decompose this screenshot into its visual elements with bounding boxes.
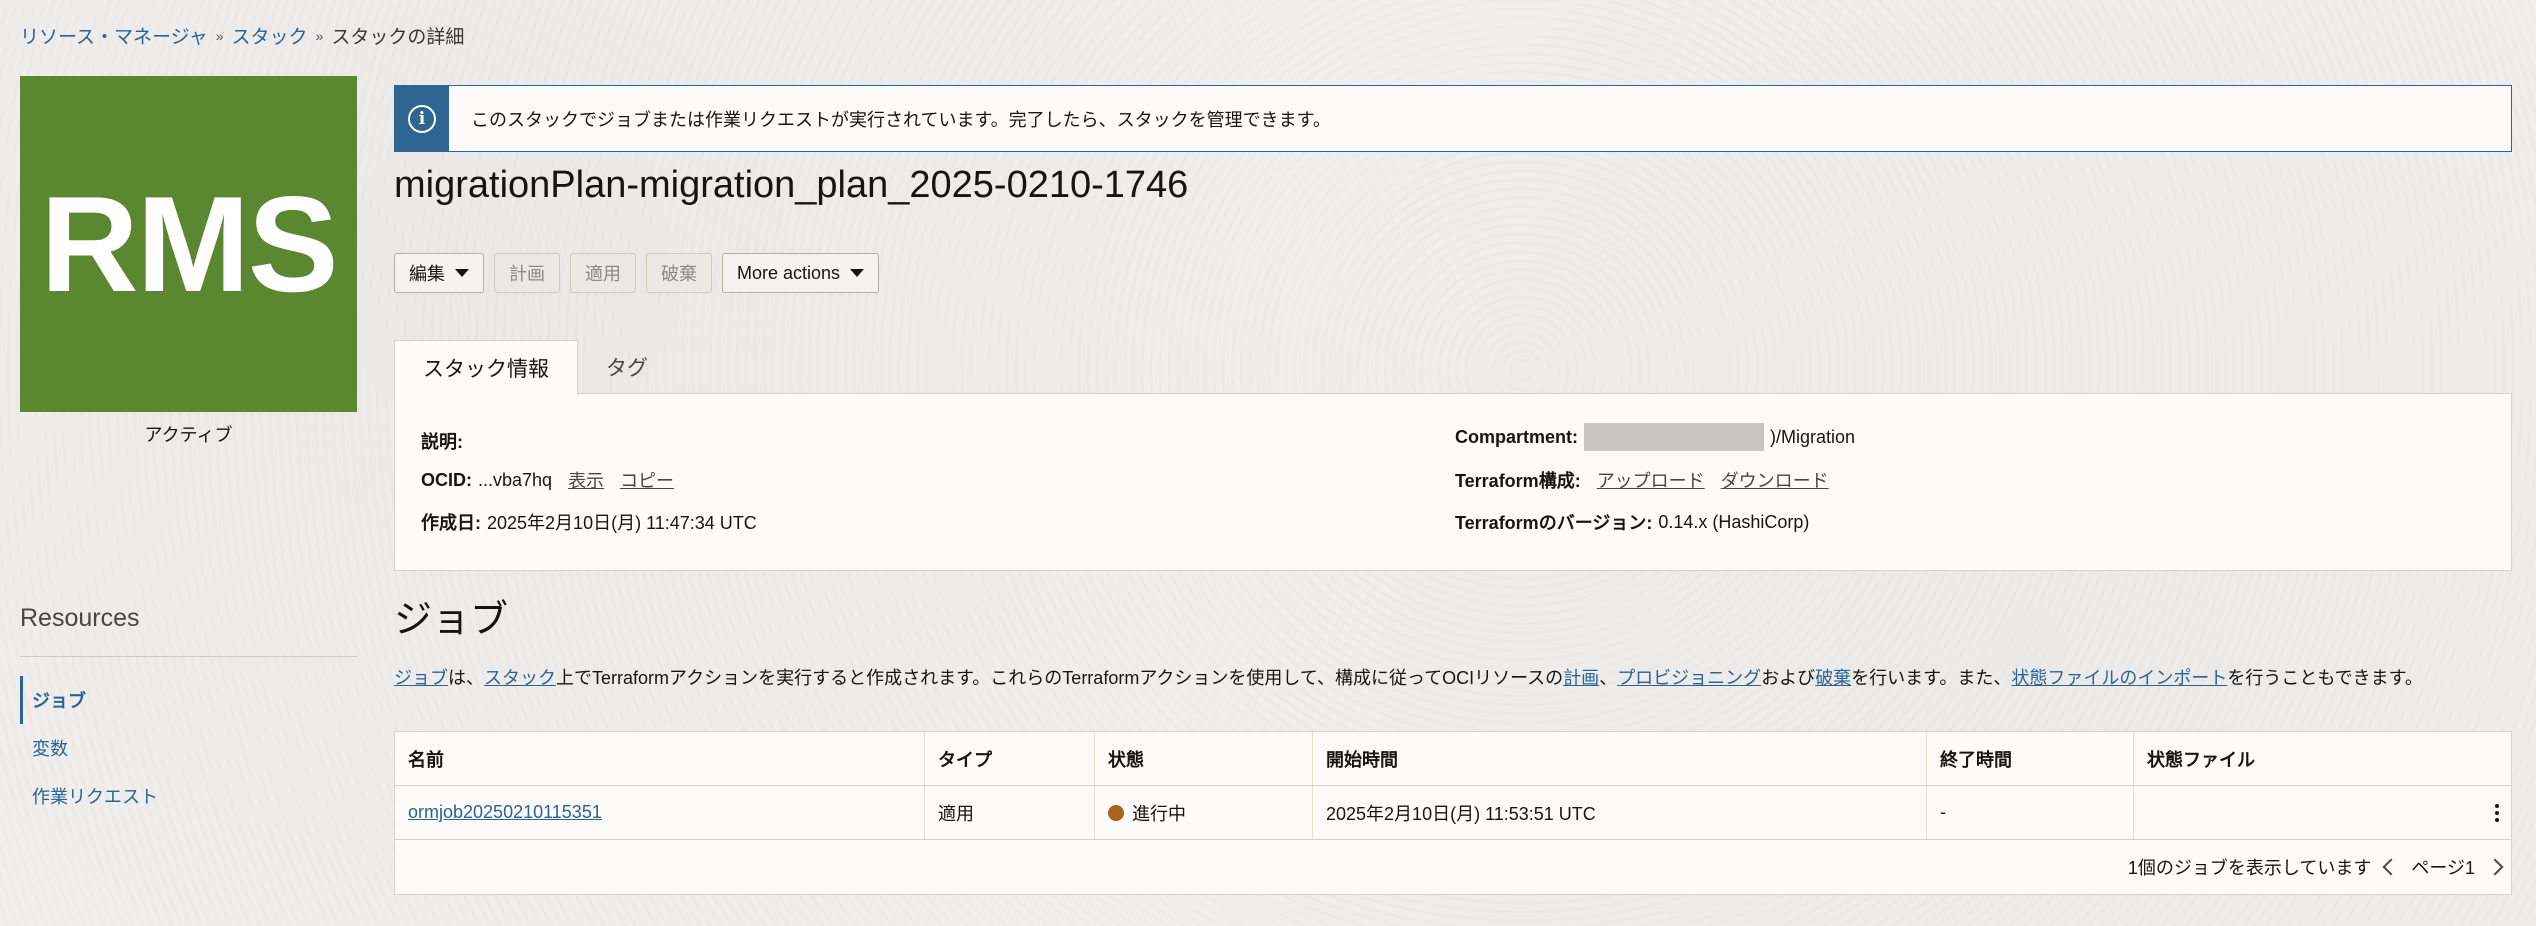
terraform-version-row: Terraformのバージョン: 0.14.x (HashiCorp) [1455,509,1809,535]
column-header-name[interactable]: 名前 [395,732,925,785]
apply-button[interactable]: 適用 [570,253,636,293]
ocid-row: OCID: ...vba7hq 表示 コピー [421,467,674,493]
more-actions-button[interactable]: More actions [722,253,880,293]
column-header-state[interactable]: 状態 [1095,732,1313,785]
stack-logo-icon: RMS [20,76,357,412]
resources-divider [20,656,357,657]
ocid-copy-link[interactable]: コピー [620,467,674,493]
resources-item-work-requests[interactable]: 作業リクエスト [20,772,357,820]
page-indicator: ページ1 [2411,858,2475,878]
job-name-link[interactable]: ormjob20250210115351 [408,802,602,823]
chevron-right-icon[interactable] [2486,858,2504,876]
tab-stack-info[interactable]: スタック情報 [394,340,578,395]
info-banner-message: このスタックでジョブまたは作業リクエストが実行されています。完了したら、スタック… [471,109,1331,130]
job-name-cell: ormjob20250210115351 [395,786,925,839]
job-state-cell: 進行中 [1095,786,1313,839]
table-row: ormjob20250210115351 適用 進行中 2025年2月10日(月… [395,786,2511,840]
terraform-upload-link[interactable]: アップロード [1597,467,1705,493]
compartment-row: Compartment: )/Migration [1455,423,1855,451]
jobs-desc-text: 上でTerraformアクションを実行すると作成されます。これらのTerrafo… [556,668,1564,688]
import-state-link[interactable]: 状態ファイルのインポート [2011,668,2227,688]
created-value: 2025年2月10日(月) 11:47:34 UTC [487,513,757,533]
column-header-start-time[interactable]: 開始時間 [1313,732,1927,785]
job-end-cell: - [1927,786,2134,839]
resources-heading: Resources [20,604,140,632]
table-footer: 1個のジョブを表示しています ページ1 [2127,840,2504,894]
job-state-text: 進行中 [1132,803,1186,824]
breadcrumb-resource-manager[interactable]: リソース・マネージャ [20,22,208,49]
jobs-description: ジョブは、スタック上でTerraformアクションを実行すると作成されます。これ… [394,664,2423,690]
terraform-config-label: Terraform構成: [1455,471,1581,491]
job-start-cell: 2025年2月10日(月) 11:53:51 UTC [1313,786,1927,839]
breadcrumb: リソース・マネージャ » スタック » スタックの詳細 [20,22,464,49]
detail-tabs: スタック情報 タグ [394,340,676,395]
compartment-label: Compartment: [1455,426,1579,447]
stack-status-label: アクティブ [144,425,233,445]
jobs-count-text: 1個のジョブを表示しています [2127,858,2372,878]
column-header-end-time[interactable]: 終了時間 [1927,732,2134,785]
job-type-cell: 適用 [925,786,1095,839]
info-icon: i [408,104,436,133]
column-header-state-file[interactable]: 状態ファイル [2134,732,2511,785]
description-label: 説明: [421,432,463,452]
jobs-desc-text: 、 [1599,668,1618,688]
info-banner-icon-box: i [395,86,449,151]
plan-button[interactable]: 計画 [494,253,560,293]
chevron-down-icon [455,269,469,277]
chevron-left-icon[interactable] [2382,858,2400,876]
created-row: 作成日: 2025年2月10日(月) 11:47:34 UTC [421,509,757,535]
jobs-desc-text: を行うこともできます。 [2227,668,2423,688]
jobs-heading: ジョブ [394,599,509,641]
breadcrumb-stacks[interactable]: スタック [232,22,308,49]
breadcrumb-separator-icon: » [215,27,224,44]
terraform-version-label: Terraformのバージョン: [1455,513,1653,533]
edit-button[interactable]: 編集 [394,253,484,293]
jobs-link[interactable]: ジョブ [394,668,448,688]
row-actions-menu-icon[interactable] [2491,800,2503,826]
jobs-desc-text: を行います。また、 [1851,668,2012,688]
status-dot-icon [1108,804,1124,821]
compartment-redacted [1584,423,1765,451]
jobs-table-header: 名前 タイプ 状態 開始時間 終了時間 状態ファイル [395,732,2511,786]
provisioning-link[interactable]: プロビジョニング [1617,668,1761,688]
ocid-value: ...vba7hq [478,469,553,490]
terraform-download-link[interactable]: ダウンロード [1721,467,1829,493]
breadcrumb-current: スタックの詳細 [331,27,465,48]
info-banner: i このスタックでジョブまたは作業リクエストが実行されています。完了したら、スタ… [394,85,2512,152]
created-label: 作成日: [421,513,481,533]
jobs-desc-text: は、 [448,668,484,688]
more-actions-label: More actions [737,262,841,283]
breadcrumb-separator-icon: » [315,27,324,44]
terraform-version-value: 0.14.x (HashiCorp) [1658,511,1810,532]
page-title: migrationPlan-migration_plan_2025-0210-1… [394,164,1189,206]
jobs-desc-text: および [1761,668,1816,688]
edit-button-label: 編集 [409,264,445,284]
job-state-file-cell [2134,786,2511,839]
compartment-value: )/Migration [1770,426,1856,447]
description-row: 説明: [421,428,463,454]
stacks-link[interactable]: スタック [484,668,556,688]
ocid-label: OCID: [421,469,472,490]
action-toolbar: 編集 計画 適用 破棄 More actions [394,253,880,293]
ocid-show-link[interactable]: 表示 [568,467,604,493]
tab-tags[interactable]: タグ [578,340,676,394]
destroy-button[interactable]: 破棄 [646,253,712,293]
column-header-type[interactable]: タイプ [925,732,1095,785]
jobs-table: 名前 タイプ 状態 開始時間 終了時間 状態ファイル ormjob2025021… [394,731,2512,895]
destroy-link[interactable]: 破棄 [1815,668,1851,688]
resources-item-variables[interactable]: 変数 [20,724,357,772]
stack-logo-text: RMS [40,168,338,320]
stack-info-panel: 説明: OCID: ...vba7hq 表示 コピー 作成日: 2025年2月1… [394,393,2512,571]
plan-link[interactable]: 計画 [1563,668,1599,688]
resources-item-jobs[interactable]: ジョブ [20,676,357,724]
terraform-config-row: Terraform構成: アップロード ダウンロード [1455,467,1829,493]
chevron-down-icon [850,269,865,277]
resources-nav: ジョブ 変数 作業リクエスト [20,676,357,820]
